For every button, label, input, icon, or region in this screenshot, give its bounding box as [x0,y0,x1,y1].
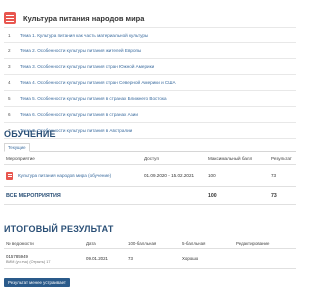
final-result-table: № ведомости Дата 100-балльная 5-балльная… [4,239,296,269]
final-result-header: № ведомости Дата 100-балльная 5-балльная… [4,239,296,249]
table-row: 015785949 ВИМ (уч.тчк) (Отрыть) 17 09.01… [4,249,296,269]
document-icon [6,171,13,180]
topic-number: 4 [8,80,11,85]
topic-number: 5 [8,96,11,101]
final-result-title: ИТОГОВЫЙ РЕЗУЛЬТАТ [4,224,114,234]
topic-item[interactable]: 2 Тема 2. Особенности культуры питания жи… [4,43,296,59]
header-record: № ведомости [6,241,34,246]
topic-link[interactable]: Тема 2. Особенности культуры питания жит… [16,48,141,53]
topic-item[interactable]: 3 Тема 3. Особенности культуры питания ст… [4,59,296,75]
topic-link[interactable]: Тема 1. Культура питания как часть матер… [16,33,148,38]
record-number: 015785949 [6,253,28,259]
topic-link[interactable]: Тема 5. Особенности культуры питания в с… [16,96,167,101]
topic-item[interactable]: 1 Тема 1. Культура питания как часть мате… [4,27,296,43]
topic-number: 2 [8,48,11,53]
header-event: Мероприятие [6,156,35,161]
header-date: Дата [86,241,96,246]
tab-current[interactable]: Текущие [4,143,30,152]
score100-cell: 73 [128,256,133,261]
topic-item[interactable]: 4 Тема 4. Особенности культуры питания ст… [4,75,296,91]
header-max-score: Максимальный балл [208,156,253,161]
topic-list: 1 Тема 1. Культура питания как часть мате… [4,27,296,139]
record-cell: 015785949 ВИМ (уч.тчк) (Отрыть) 17 [4,254,86,264]
table-row: Культура питания народов мира (обучение)… [4,165,296,187]
education-tabbar: Текущие [4,143,296,152]
topic-item[interactable]: 5 Тема 5. Особенности культуры питания в … [4,91,296,107]
topic-number: 3 [8,64,11,69]
total-label: ВСЕ МЕРОПРИЯТИЯ [6,192,61,199]
record-sub: ВИМ (уч.тчк) (Отрыть) 17 [6,259,51,264]
header-score5: 5-балльная [182,241,206,246]
dissatisfied-button[interactable]: Результат менее устраивает [4,278,70,287]
book-icon [4,12,16,24]
topic-link[interactable]: Тема 6. Особенности культуры питания в с… [16,112,138,117]
header-access: Доступ [144,156,159,161]
topic-link[interactable]: Тема 3. Особенности культуры питания стр… [16,64,154,69]
event-link[interactable]: Культура питания народов мира (обучение) [18,173,111,178]
topic-item[interactable]: 6 Тема 6. Особенности культуры питания в … [4,107,296,123]
score5-cell: Хорошо [182,256,199,261]
event-cell: Культура питания народов мира (обучение) [4,171,144,180]
total-result: 73 [271,192,277,199]
education-table-header: Мероприятие Доступ Максимальный балл Рез… [4,153,296,165]
date-cell: 09.01.2021 [86,256,108,261]
total-row: ВСЕ МЕРОПРИЯТИЯ 100 73 [4,187,296,205]
course-header: Культура питания народов мира [4,10,296,26]
result-cell: 73 [271,173,277,178]
header-score100: 100-балльная [128,241,157,246]
header-edited: Редактирование [236,241,270,246]
topic-number: 6 [8,112,11,117]
education-table: Мероприятие Доступ Максимальный балл Рез… [4,153,296,205]
education-title: ОБУЧЕНИЕ [4,129,56,139]
topic-number: 1 [8,32,11,38]
total-max-score: 100 [208,192,217,199]
access-cell: 01.09.2020 - 15.02.2021 [144,173,195,178]
header-result: Результат [271,156,292,161]
max-score-cell: 100 [208,173,216,178]
course-title: Культура питания народов мира [23,13,145,23]
topic-link[interactable]: Тема 4. Особенности культуры питания стр… [16,80,176,85]
